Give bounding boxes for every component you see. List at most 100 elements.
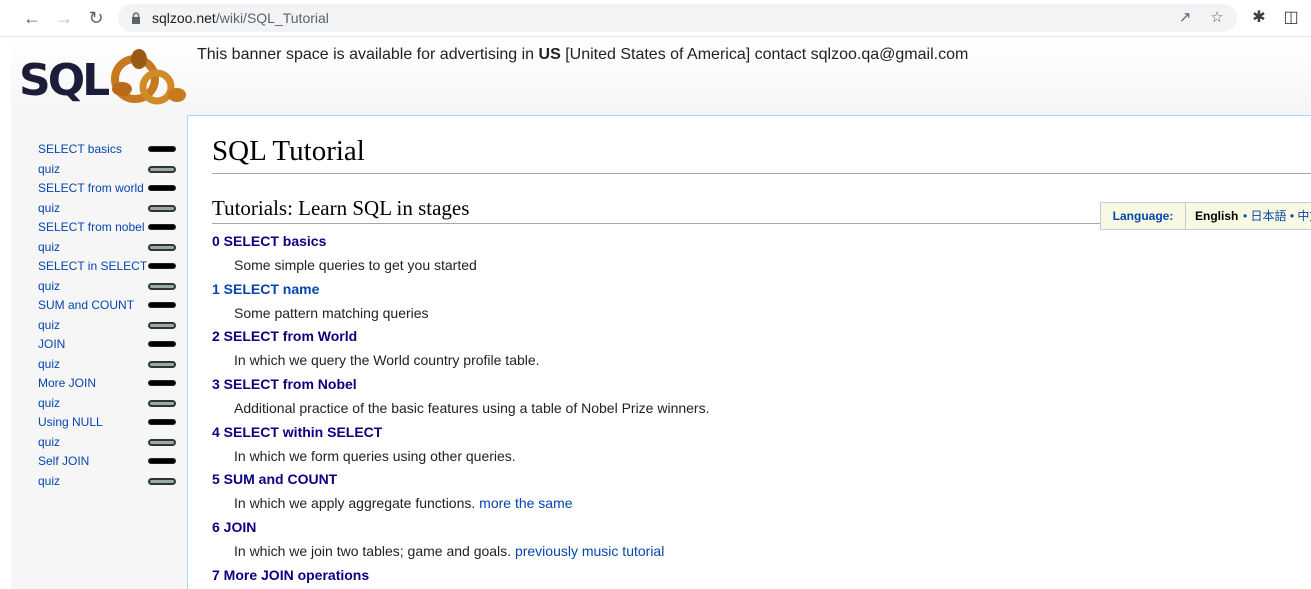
sidebar-item-label[interactable]: quiz [38, 201, 60, 215]
reload-icon[interactable]: ↻ [84, 6, 108, 30]
tutorial-description-text: In which we query the World country prof… [234, 352, 540, 369]
sidebar-item-label[interactable]: quiz [38, 474, 60, 488]
page: SQL This banner space is available for a… [11, 37, 1311, 589]
progress-pill-icon [148, 419, 176, 425]
progress-pill-icon [148, 204, 176, 212]
tutorial-item: 3 SELECT from Nobel Additional practice o… [212, 376, 1311, 424]
sqlzoo-logo[interactable]: SQL [17, 37, 187, 107]
forward-icon[interactable]: → [52, 6, 76, 30]
extensions-icon[interactable]: ✱ [1249, 8, 1269, 28]
sidebar-item-label[interactable]: quiz [38, 435, 60, 449]
sidebar-item-quiz[interactable]: quiz [38, 472, 183, 492]
section-heading: Tutorials: Learn SQL in stages [212, 196, 470, 220]
progress-pill-icon [148, 165, 176, 173]
tutorial-extra-link[interactable]: more the same [479, 495, 572, 511]
tutorial-item: 5 SUM and COUNT In which we apply aggrega… [212, 471, 1311, 519]
address-bar[interactable]: sqlzoo.net/wiki/SQL_Tutorial ↗ ☆ [118, 4, 1237, 32]
share-icon[interactable]: ↗ [1176, 9, 1194, 27]
banner-country: US [538, 46, 561, 63]
progress-pill-icon [148, 399, 176, 407]
tutorial-description-text: Some simple queries to get you started [234, 257, 477, 273]
tutorial-item: 0 SELECT basics Some simple queries to ge… [212, 233, 1311, 281]
sidebar-item-tutorial[interactable]: SELECT from world [38, 179, 183, 199]
tutorial-extra-link[interactable]: previously music tutorial [515, 543, 664, 559]
sidebar-item-tutorial[interactable]: More JOIN [38, 374, 183, 394]
sidebar-item-label[interactable]: quiz [38, 396, 60, 410]
tutorial-description-text: In which we form queries using other que… [234, 447, 516, 464]
browser-toolbar: ← → ↻ sqlzoo.net/wiki/SQL_Tutorial ↗ ☆ ✱… [0, 0, 1311, 37]
tutorial-description: In which we form queries using other que… [234, 448, 516, 464]
tutorial-link[interactable]: 7 More JOIN operations [212, 567, 369, 583]
tutorial-description-text: Some pattern matching queries [234, 304, 429, 321]
sidebar-item-quiz[interactable]: quiz [38, 433, 183, 453]
sidebar-item-quiz[interactable]: quiz [38, 316, 183, 336]
sidebar-item-tutorial[interactable]: Self JOIN [38, 452, 183, 472]
banner-text-pre: This banner space is available for adver… [197, 46, 539, 63]
advertising-banner: This banner space is available for adver… [197, 46, 968, 64]
language-box: Language: English • 日本語 • 中文 [1100, 202, 1311, 230]
progress-pill-icon [148, 224, 176, 230]
sidebar-item-label[interactable]: More JOIN [38, 376, 96, 390]
lock-icon[interactable] [131, 12, 141, 24]
progress-pill-icon [148, 477, 176, 485]
tutorial-list: 0 SELECT basics Some simple queries to ge… [212, 233, 1311, 589]
tutorial-item: 1 SELECT name Some pattern matching queri… [212, 281, 1311, 329]
tutorial-description: In which we apply aggregate functions. m… [234, 495, 573, 511]
banner-text-post: [United States of America] contact sqlzo… [560, 46, 969, 63]
sidebar-item-label[interactable]: SELECT from world [38, 181, 144, 195]
progress-pill-icon [148, 243, 176, 251]
tutorial-link[interactable]: 3 SELECT from Nobel [212, 376, 357, 392]
tutorial-description-text: Additional practice of the basic feature… [234, 400, 710, 417]
page-title: SQL Tutorial [212, 135, 365, 167]
tutorial-item: 4 SELECT within SELECT In which we form q… [212, 424, 1311, 472]
sidebar-item-quiz[interactable]: quiz [38, 355, 183, 375]
sidebar-nav: SELECT basics quiz SELECT from world quiz SE… [38, 140, 183, 491]
sidebar-item-tutorial[interactable]: JOIN [38, 335, 183, 355]
tutorial-link[interactable]: 1 SELECT name [212, 281, 319, 297]
url-path: /wiki/SQL_Tutorial [215, 10, 329, 26]
sidebar-item-label[interactable]: quiz [38, 279, 60, 293]
sidebar-item-quiz[interactable]: quiz [38, 238, 183, 258]
tutorial-description: Some pattern matching queries [234, 305, 429, 321]
sidebar-item-tutorial[interactable]: Using NULL [38, 413, 183, 433]
sidebar-item-quiz[interactable]: quiz [38, 394, 183, 414]
sidebar-item-quiz[interactable]: quiz [38, 160, 183, 180]
tutorial-item: 7 More JOIN operations [212, 567, 1311, 589]
tutorial-description: In which we join two tables; game and go… [234, 543, 664, 559]
progress-pill-icon [148, 458, 176, 464]
tutorial-description-text: In which we apply aggregate functions. [234, 495, 480, 512]
sidebar-item-tutorial[interactable]: SELECT in SELECT [38, 257, 183, 277]
sidebar-item-label[interactable]: Using NULL [38, 415, 103, 429]
tutorial-link[interactable]: 5 SUM and COUNT [212, 471, 337, 487]
tutorial-link[interactable]: 6 JOIN [212, 519, 256, 535]
progress-pill-icon [148, 263, 176, 269]
sidebar-item-quiz[interactable]: quiz [38, 277, 183, 297]
tutorial-link[interactable]: 4 SELECT within SELECT [212, 424, 382, 440]
tutorial-link[interactable]: 0 SELECT basics [212, 233, 326, 249]
sidebar-item-label[interactable]: Self JOIN [38, 454, 89, 468]
back-icon[interactable]: ← [20, 6, 44, 30]
sidebar-item-quiz[interactable]: quiz [38, 199, 183, 219]
sidebar-item-tutorial[interactable]: SELECT basics [38, 140, 183, 160]
star-icon[interactable]: ☆ [1208, 9, 1226, 27]
sidebar-item-tutorial[interactable]: SELECT from nobel [38, 218, 183, 238]
sidebar-item-tutorial[interactable]: SUM and COUNT [38, 296, 183, 316]
tutorial-item: 6 JOIN In which we join two tables; game … [212, 519, 1311, 567]
progress-pill-icon [148, 380, 176, 386]
sidebar-item-label[interactable]: SELECT in SELECT [38, 259, 147, 273]
sidebar-item-label[interactable]: JOIN [38, 337, 65, 351]
sidepanel-icon[interactable]: ◫ [1281, 8, 1301, 28]
sidebar-item-label[interactable]: quiz [38, 162, 60, 176]
sidebar-item-label[interactable]: quiz [38, 357, 60, 371]
sidebar-item-label[interactable]: SELECT basics [38, 142, 122, 156]
sidebar-item-label[interactable]: quiz [38, 240, 60, 254]
language-other-links[interactable]: • 日本語 • 中文 [1243, 203, 1311, 229]
progress-pill-icon [148, 438, 176, 446]
sidebar-item-label[interactable]: SUM and COUNT [38, 298, 134, 312]
svg-text:SQL: SQL [19, 55, 109, 106]
url-domain: sqlzoo.net [152, 10, 216, 26]
tutorial-link[interactable]: 2 SELECT from World [212, 328, 357, 344]
progress-pill-icon [148, 282, 176, 290]
sidebar-item-label[interactable]: quiz [38, 318, 60, 332]
sidebar-item-label[interactable]: SELECT from nobel [38, 220, 145, 234]
